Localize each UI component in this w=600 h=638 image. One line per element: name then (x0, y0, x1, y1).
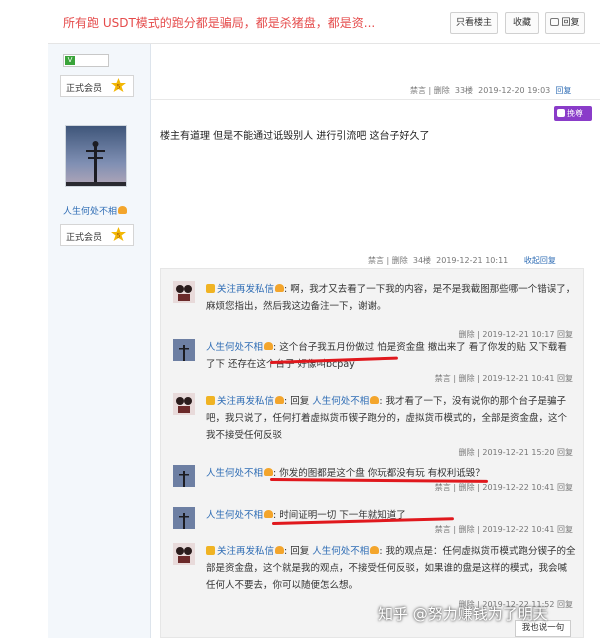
reply-thread: 关注再发私信: 啊，我才又去看了一下我的内容，是不是我截图那些哪一个错误了，麻烦… (160, 268, 584, 638)
commenter-name[interactable]: 关注再发私信 (217, 284, 274, 295)
comment-text: 关注再发私信: 回复 人生何处不相: 我才看了一下，没有说你的那个台子是骗子吧，… (206, 396, 568, 441)
hand-icon (118, 206, 128, 214)
floor34-meta: 禁言 | 删除 34楼 2019-12-21 10:11 收起回复 (368, 256, 556, 265)
commenter-avatar[interactable] (173, 543, 195, 565)
user-level-icon (206, 546, 215, 555)
reply-link[interactable]: 回复 (557, 600, 573, 609)
floor33-meta: 禁言 | 删除 33楼 2019-12-20 19:03 回复 (410, 86, 572, 95)
gift-icon (557, 109, 565, 117)
reply-target-name[interactable]: 人生何处不相 (312, 546, 369, 557)
commenter-name[interactable]: 人生何处不相 (206, 342, 263, 353)
user-level-icon (206, 396, 215, 405)
post-content: 楼主有道理 但是不能通过诋毁别人 进行引流吧 这台子好久了 (160, 131, 430, 142)
reply-button[interactable]: 回复 (545, 12, 585, 34)
reward-button[interactable]: 挽尊 (554, 106, 592, 121)
delete-link[interactable]: 删除 (459, 448, 475, 457)
list-item: 关注再发私信: 啊，我才又去看了一下我的内容，是不是我截图那些哪一个错误了，麻烦… (173, 281, 581, 339)
collapse-replies-link[interactable]: 收起回复 (524, 256, 556, 265)
svg-text:5: 5 (117, 233, 121, 240)
user-avatar[interactable] (65, 125, 127, 187)
delete-link[interactable]: 删除 (434, 86, 450, 95)
svg-text:5: 5 (117, 84, 121, 91)
comment-meta: 删除 | 2019-12-21 15:20 回复 (458, 448, 573, 457)
user-name[interactable]: 人生何处不相 (63, 204, 128, 217)
hand-icon (264, 342, 274, 350)
commenter-name[interactable]: 人生何处不相 (206, 468, 263, 479)
mute-link[interactable]: 禁言 (435, 483, 451, 492)
vip-icon: V (65, 56, 75, 65)
delete-link[interactable]: 删除 (459, 330, 475, 339)
divider (151, 99, 600, 100)
delete-link[interactable]: 删除 (392, 256, 408, 265)
commenter-avatar[interactable] (173, 393, 195, 415)
rank-badge-33: 正式会员 5 (60, 75, 134, 97)
hand-icon (275, 396, 285, 404)
rank-label: 正式会员 (66, 84, 103, 94)
hand-icon (264, 468, 274, 476)
delete-link[interactable]: 删除 (459, 374, 475, 383)
only-op-button[interactable]: 只看楼主 (450, 12, 498, 34)
delete-link[interactable]: 删除 (459, 525, 475, 534)
reply-link[interactable]: 回复 (557, 483, 573, 492)
comment-meta: 禁言 | 删除 | 2019-12-22 10:41 回复 (434, 483, 573, 492)
rank-badge-34: 正式会员 5 (60, 224, 134, 246)
post-time: 2019-12-21 10:11 (436, 256, 509, 265)
comment-meta: 禁言 | 删除 | 2019-12-22 10:41 回复 (434, 525, 573, 534)
comment-meta: 禁言 | 删除 | 2019-12-21 10:41 回复 (434, 374, 573, 383)
thread-title[interactable]: 所有跑 USDT模式的跑分都是骗局，都是杀猪盘，都是资... (63, 14, 375, 31)
rank-label: 正式会员 (66, 233, 103, 243)
hand-icon (275, 546, 285, 554)
medal-icon: 5 (111, 78, 126, 92)
commenter-avatar[interactable] (173, 465, 195, 487)
hand-icon (275, 284, 285, 292)
post-time: 2019-12-20 19:03 (478, 86, 551, 95)
commenter-avatar[interactable] (173, 339, 195, 361)
mute-link[interactable]: 禁言 (410, 86, 426, 95)
commenter-name[interactable]: 关注再发私信 (217, 546, 274, 557)
thread-header: 所有跑 USDT模式的跑分都是骗局，都是杀猪盘，都是资... 只看楼主 收藏 回… (48, 0, 600, 44)
mute-link[interactable]: 禁言 (368, 256, 384, 265)
hand-icon (264, 510, 274, 518)
reply-icon (550, 18, 560, 26)
floor-number: 34楼 (412, 256, 432, 265)
comment-text: 关注再发私信: 回复 人生何处不相: 我的观点是：任何虚拟货币模式跑分锲子的全部… (206, 546, 576, 591)
commenter-name[interactable]: 关注再发私信 (217, 396, 274, 407)
comment-text: 关注再发私信: 啊，我才又去看了一下我的内容，是不是我截图那些哪一个错误了，麻烦… (206, 284, 576, 312)
commenter-name[interactable]: 人生何处不相 (206, 510, 263, 521)
user-sidebar: V 正式会员 5 人生何处不相 正式会员 5 (48, 44, 151, 638)
commenter-avatar[interactable] (173, 507, 195, 529)
reply-link[interactable]: 回复 (557, 448, 573, 457)
medal-icon: 5 (111, 227, 126, 241)
reply-target-name[interactable]: 人生何处不相 (312, 396, 369, 407)
reply-link[interactable]: 回复 (557, 525, 573, 534)
vip-badge: V (63, 54, 109, 67)
reply-link[interactable]: 回复 (557, 330, 573, 339)
favorite-button[interactable]: 收藏 (505, 12, 539, 34)
delete-link[interactable]: 删除 (459, 483, 475, 492)
list-item: 关注再发私信: 回复 人生何处不相: 我才看了一下，没有说你的那个台子是骗子吧，… (173, 393, 581, 463)
watermark: 知乎 @努力赚钱为了明天 (378, 605, 548, 623)
user-level-icon (206, 284, 215, 293)
hand-icon (370, 546, 380, 554)
commenter-avatar[interactable] (173, 281, 195, 303)
hand-icon (370, 396, 380, 404)
floor-number: 33楼 (454, 86, 474, 95)
mute-link[interactable]: 禁言 (435, 374, 451, 383)
reply-link[interactable]: 回复 (557, 374, 573, 383)
mute-link[interactable]: 禁言 (435, 525, 451, 534)
reply-link[interactable]: 回复 (555, 86, 571, 95)
